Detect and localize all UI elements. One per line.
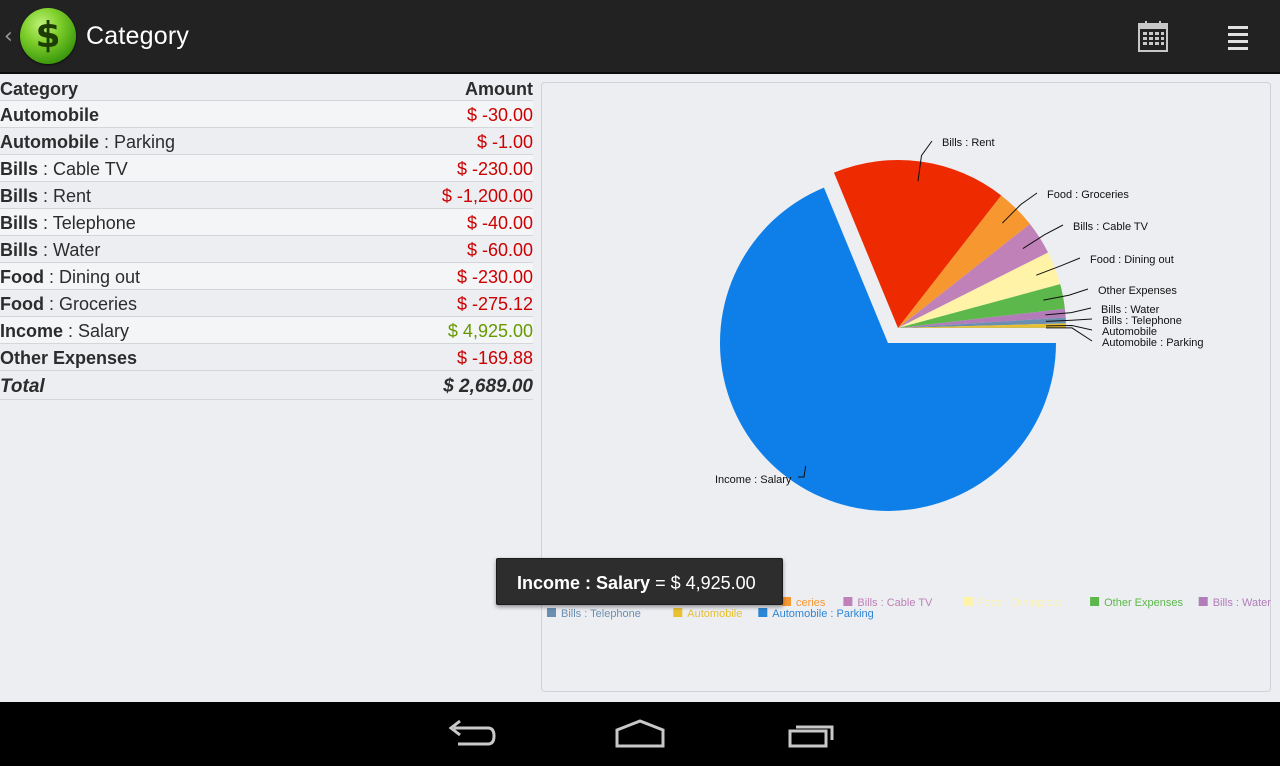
legend-label: Automobile [687, 608, 742, 620]
slice-label: Other Expenses [1098, 285, 1177, 297]
row-amount: $ -40.00 [466, 213, 533, 233]
toast-equals: = [650, 573, 671, 593]
action-bar: ‹ $ Category [0, 0, 1280, 74]
slice-label: Bills : Rent [942, 137, 995, 149]
row-category: Bills : Rent [0, 186, 91, 207]
row-parent: Food [0, 267, 44, 287]
table-row[interactable]: Other Expenses $ -169.88 [0, 344, 533, 371]
dollar-glyph: $ [35, 15, 61, 56]
row-amount: $ -30.00 [466, 105, 533, 125]
total-label: Total [0, 376, 45, 397]
row-category: Income : Salary [0, 321, 129, 342]
slice-label: Income : Salary [715, 474, 792, 486]
row-child: : Cable TV [38, 159, 128, 179]
legend-label: Bills : Water [1213, 597, 1272, 609]
row-child: : Telephone [38, 213, 136, 233]
table-row[interactable]: Bills : Telephone $ -40.00 [0, 209, 533, 236]
row-category: Automobile : Parking [0, 132, 175, 153]
leader-line [1045, 327, 1093, 342]
legend-swatch [547, 608, 556, 617]
row-parent: Bills [0, 240, 39, 260]
calendar-icon[interactable] [1134, 18, 1172, 56]
row-child: : Dining out [43, 267, 141, 287]
legend-swatch [782, 597, 791, 606]
header-category: Category [0, 79, 79, 99]
legend-swatch [963, 597, 973, 606]
legend-label: Automobile : Parking [772, 608, 874, 620]
row-parent: Bills [0, 186, 39, 206]
up-caret-icon[interactable]: ‹ [4, 24, 13, 49]
row-category: Bills : Telephone [0, 213, 136, 234]
row-amount: $ 4,925.00 [447, 321, 533, 341]
row-category: Bills : Water [0, 240, 100, 261]
row-parent: Bills [0, 159, 39, 179]
legend-label: Other Expenses [1104, 597, 1183, 609]
row-amount: $ -275.12 [456, 294, 533, 314]
row-category: Automobile [0, 105, 99, 126]
table-row[interactable]: Automobile $ -30.00 [0, 101, 533, 128]
row-child: : Salary [63, 321, 130, 341]
row-amount: $ -169.88 [456, 348, 533, 368]
row-child: : Groceries [43, 294, 138, 314]
toast-label: Income : Salary [517, 573, 651, 593]
back-icon[interactable] [442, 716, 502, 752]
legend-swatch [1198, 597, 1208, 606]
row-parent: Other Expenses [0, 348, 138, 368]
row-category: Food : Groceries [0, 294, 137, 315]
legend-swatch [1090, 597, 1100, 606]
slice-label: Bills : Cable TV [1073, 221, 1149, 233]
row-category: Food : Dining out [0, 267, 140, 288]
table-row[interactable]: Bills : Water $ -60.00 [0, 236, 533, 263]
row-amount: $ -230.00 [456, 267, 533, 287]
recents-icon[interactable] [782, 716, 842, 752]
row-amount: $ -230.00 [456, 159, 533, 179]
selection-toast: Income : Salary = $ 4,925.00 [496, 558, 783, 605]
page-title: Category [86, 22, 190, 50]
row-parent: Income [0, 321, 64, 341]
table-row[interactable]: Income : Salary $ 4,925.00 [0, 317, 533, 344]
row-child: : Rent [38, 186, 92, 206]
table-row[interactable]: Food : Groceries $ -275.12 [0, 290, 533, 317]
legend-swatch [673, 608, 683, 617]
table-row[interactable]: Bills : Rent $ -1,200.00 [0, 182, 533, 209]
slice-label: Automobile : Parking [1102, 337, 1204, 349]
total-row: Total $ 2,689.00 [0, 371, 533, 400]
dollar-icon[interactable]: $ [20, 8, 76, 64]
row-parent: Bills [0, 213, 39, 233]
row-amount: $ -1.00 [476, 132, 533, 152]
header-amount: Amount [465, 79, 533, 99]
system-nav-bar [0, 702, 1280, 766]
table-row[interactable]: Food : Dining out $ -230.00 [0, 263, 533, 290]
table-row[interactable]: Automobile : Parking $ -1.00 [0, 128, 533, 155]
row-parent: Automobile [0, 105, 99, 125]
table-row[interactable]: Bills : Cable TV $ -230.00 [0, 155, 533, 182]
row-child: : Parking [99, 132, 176, 152]
row-amount: $ -60.00 [466, 240, 533, 260]
home-icon[interactable] [610, 716, 670, 752]
row-child: : Water [38, 240, 101, 260]
row-category: Bills : Cable TV [0, 159, 128, 180]
row-parent: Automobile [0, 132, 99, 152]
table-header: Category Amount [0, 78, 533, 101]
toast-value: $ 4,925.00 [670, 573, 756, 593]
total-amount: $ 2,689.00 [443, 376, 533, 397]
slice-label: Food : Groceries [1047, 189, 1129, 201]
legend-label: Food : Dining out [978, 597, 1062, 609]
slice-label: Food : Dining out [1090, 254, 1174, 266]
category-table: Category Amount Automobile $ -30.00 Automo… [0, 78, 533, 400]
row-amount: $ -1,200.00 [441, 186, 533, 206]
legend-swatch [758, 608, 768, 617]
legend-label: Bills : Telephone [561, 608, 641, 620]
toast-text: Income : Salary = $ 4,925.00 [517, 573, 756, 594]
overflow-menu-icon[interactable] [1222, 20, 1254, 54]
row-parent: Food [0, 294, 44, 314]
legend-swatch [843, 597, 853, 606]
row-category: Other Expenses [0, 348, 137, 369]
